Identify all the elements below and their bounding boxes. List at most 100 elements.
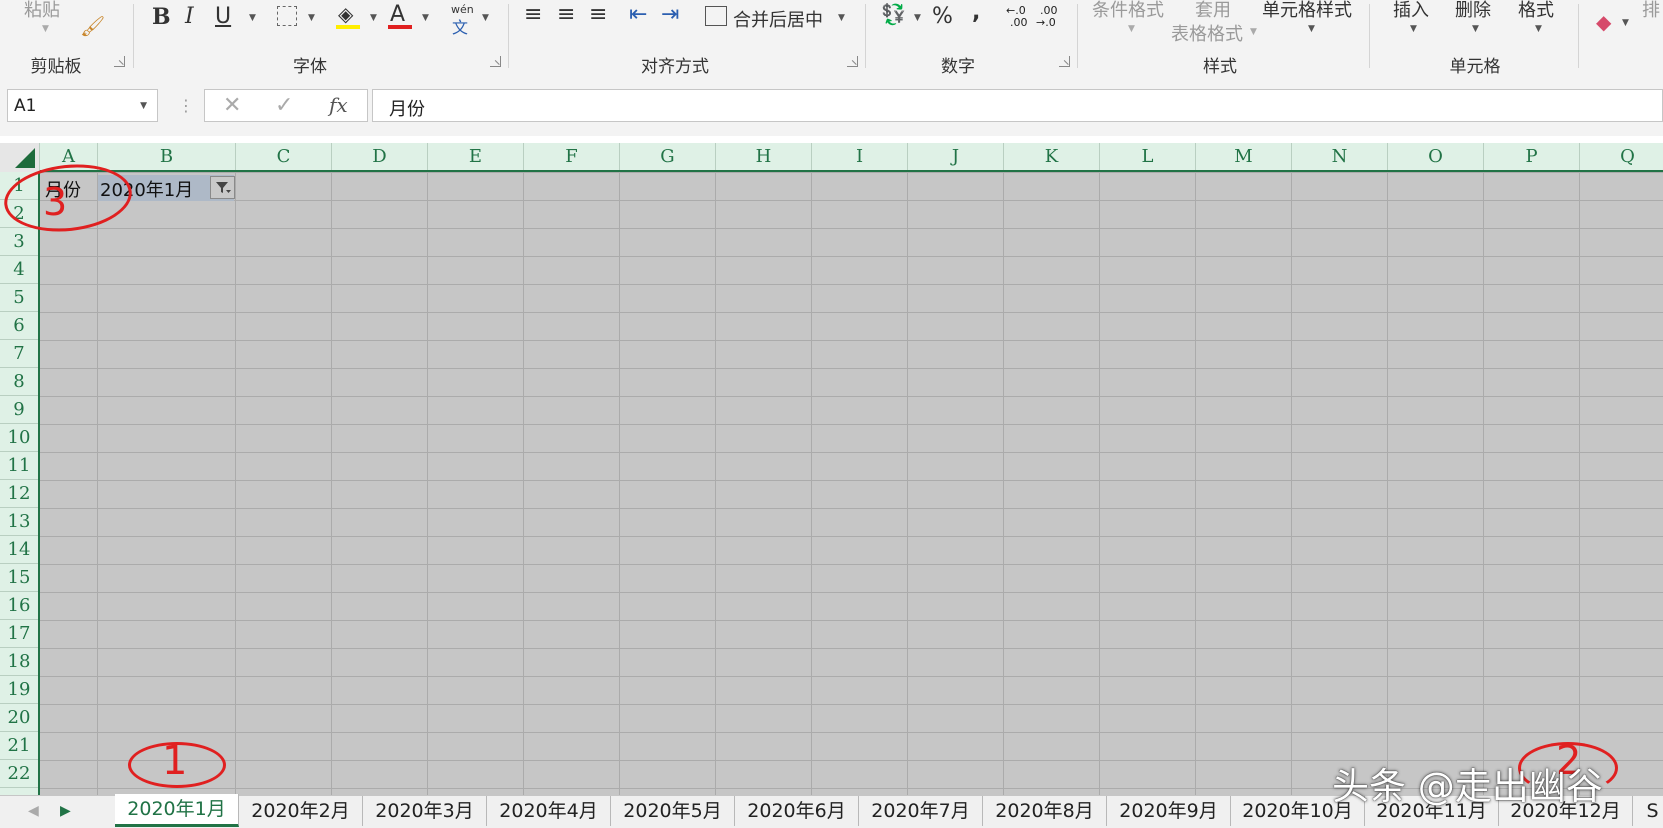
column-header-n[interactable]: N: [1292, 143, 1388, 170]
column-header-k[interactable]: K: [1004, 143, 1100, 170]
format-dropdown-caret[interactable]: ▼: [1535, 24, 1542, 34]
sheet-tab-7[interactable]: 2020年7月: [859, 796, 983, 826]
row-header-9[interactable]: 9: [0, 396, 38, 424]
row-header-10[interactable]: 10: [0, 424, 38, 452]
cell-area[interactable]: [40, 172, 1663, 795]
row-header-22[interactable]: 22: [0, 760, 38, 788]
name-box-dropdown-icon[interactable]: ▼: [140, 101, 147, 111]
row-header-21[interactable]: 21: [0, 732, 38, 760]
cell-styles-dropdown-caret[interactable]: ▼: [1308, 24, 1315, 34]
select-all-button[interactable]: [0, 143, 40, 172]
sheet-tab-6[interactable]: 2020年6月: [735, 796, 859, 826]
conditional-formatting-button[interactable]: 条件格式: [1092, 0, 1164, 22]
column-header-c[interactable]: C: [236, 143, 332, 170]
eraser-icon[interactable]: ◆: [1596, 10, 1611, 34]
merge-center-button[interactable]: 合并后居中: [733, 6, 823, 32]
merge-dropdown-caret[interactable]: ▼: [838, 13, 845, 23]
format-painter-icon[interactable]: 🖌: [80, 14, 105, 38]
row-header-19[interactable]: 19: [0, 676, 38, 704]
column-header-d[interactable]: D: [332, 143, 428, 170]
border-dropdown-caret[interactable]: ▼: [308, 13, 315, 23]
row-header-3[interactable]: 3: [0, 228, 38, 256]
format-as-table-button[interactable]: 表格格式: [1171, 20, 1243, 46]
clear-dropdown-caret[interactable]: ▼: [1622, 18, 1629, 28]
formula-input[interactable]: 月份: [372, 89, 1663, 122]
column-header-j[interactable]: J: [908, 143, 1004, 170]
phonetic-dropdown-caret[interactable]: ▼: [482, 13, 489, 23]
row-header-16[interactable]: 16: [0, 592, 38, 620]
scroll-tabs-left-icon[interactable]: ◀: [28, 803, 39, 819]
column-header-p[interactable]: P: [1484, 143, 1580, 170]
border-icon[interactable]: [277, 6, 297, 26]
number-launcher-icon[interactable]: [1059, 56, 1070, 67]
row-header-8[interactable]: 8: [0, 368, 38, 396]
insert-button[interactable]: 插入: [1393, 0, 1429, 22]
row-header-12[interactable]: 12: [0, 480, 38, 508]
delete-button[interactable]: 删除: [1455, 0, 1491, 22]
sheet-tab-5[interactable]: 2020年5月: [611, 796, 735, 826]
cancel-icon[interactable]: ✕: [223, 93, 241, 118]
italic-button[interactable]: I: [185, 4, 194, 29]
column-header-b[interactable]: B: [98, 143, 236, 170]
decrease-indent-icon[interactable]: ⇤: [629, 2, 647, 27]
underline-dropdown-caret[interactable]: ▼: [249, 13, 256, 23]
accounting-dropdown-caret[interactable]: ▼: [914, 13, 921, 23]
enter-icon[interactable]: ✓: [275, 93, 293, 118]
fill-color-icon[interactable]: ◈: [338, 2, 353, 26]
column-header-h[interactable]: H: [716, 143, 812, 170]
row-header-14[interactable]: 14: [0, 536, 38, 564]
conditional-dropdown-caret[interactable]: ▼: [1128, 24, 1135, 34]
clipboard-launcher-icon[interactable]: [114, 56, 125, 67]
row-header-20[interactable]: 20: [0, 704, 38, 732]
column-header-m[interactable]: M: [1196, 143, 1292, 170]
column-header-g[interactable]: G: [620, 143, 716, 170]
row-header-15[interactable]: 15: [0, 564, 38, 592]
delete-dropdown-caret[interactable]: ▼: [1472, 24, 1479, 34]
font-color-dropdown-caret[interactable]: ▼: [422, 13, 429, 23]
row-header-5[interactable]: 5: [0, 284, 38, 312]
sort-filter-button[interactable]: 排: [1642, 0, 1660, 22]
sheet-tab-3[interactable]: 2020年3月: [363, 796, 487, 826]
increase-indent-icon[interactable]: ⇥: [661, 2, 679, 27]
sheet-tab-2[interactable]: 2020年2月: [239, 796, 363, 826]
sheet-tab-1[interactable]: 2020年1月: [115, 794, 239, 827]
column-header-q[interactable]: Q: [1580, 143, 1663, 170]
row-header-7[interactable]: 7: [0, 340, 38, 368]
row-header-4[interactable]: 4: [0, 256, 38, 284]
name-box[interactable]: A1 ▼: [7, 89, 158, 122]
row-header-18[interactable]: 18: [0, 648, 38, 676]
sheet-tab-13[interactable]: S: [1633, 796, 1663, 826]
cell-styles-button[interactable]: 单元格样式: [1262, 0, 1352, 22]
column-header-l[interactable]: L: [1100, 143, 1196, 170]
insert-function-icon[interactable]: fx: [329, 93, 348, 117]
align-right-icon[interactable]: ≡: [589, 2, 607, 27]
more-options-icon[interactable]: ⋮: [178, 96, 194, 115]
sheet-tab-9[interactable]: 2020年9月: [1107, 796, 1231, 826]
underline-button[interactable]: U: [215, 4, 231, 29]
increase-decimal-bottom[interactable]: .00: [1010, 16, 1028, 29]
align-left-icon[interactable]: ≡: [524, 2, 542, 27]
insert-dropdown-caret[interactable]: ▼: [1410, 24, 1417, 34]
paste-button[interactable]: 粘贴: [24, 0, 60, 22]
bold-button[interactable]: B: [152, 4, 171, 30]
fill-color-dropdown-caret[interactable]: ▼: [370, 13, 377, 23]
row-header-13[interactable]: 13: [0, 508, 38, 536]
row-header-11[interactable]: 11: [0, 452, 38, 480]
column-header-i[interactable]: I: [812, 143, 908, 170]
accounting-format-icon[interactable]: 💱: [881, 2, 906, 26]
alignment-launcher-icon[interactable]: [847, 56, 858, 67]
percent-button[interactable]: %: [932, 4, 953, 29]
column-header-e[interactable]: E: [428, 143, 524, 170]
column-header-f[interactable]: F: [524, 143, 620, 170]
scroll-tabs-right-icon[interactable]: ▶: [60, 803, 71, 819]
comma-style-button[interactable]: ,: [972, 0, 980, 25]
filter-dropdown-button[interactable]: [210, 176, 235, 199]
column-header-o[interactable]: O: [1388, 143, 1484, 170]
font-color-button[interactable]: A: [390, 2, 405, 27]
sheet-tab-8[interactable]: 2020年8月: [983, 796, 1107, 826]
format-button[interactable]: 格式: [1518, 0, 1554, 22]
sheet-tab-4[interactable]: 2020年4月: [487, 796, 611, 826]
format-as-table-top[interactable]: 套用: [1195, 0, 1231, 22]
decrease-decimal-bottom[interactable]: →.0: [1036, 16, 1056, 29]
align-center-icon[interactable]: ≡: [557, 2, 575, 27]
